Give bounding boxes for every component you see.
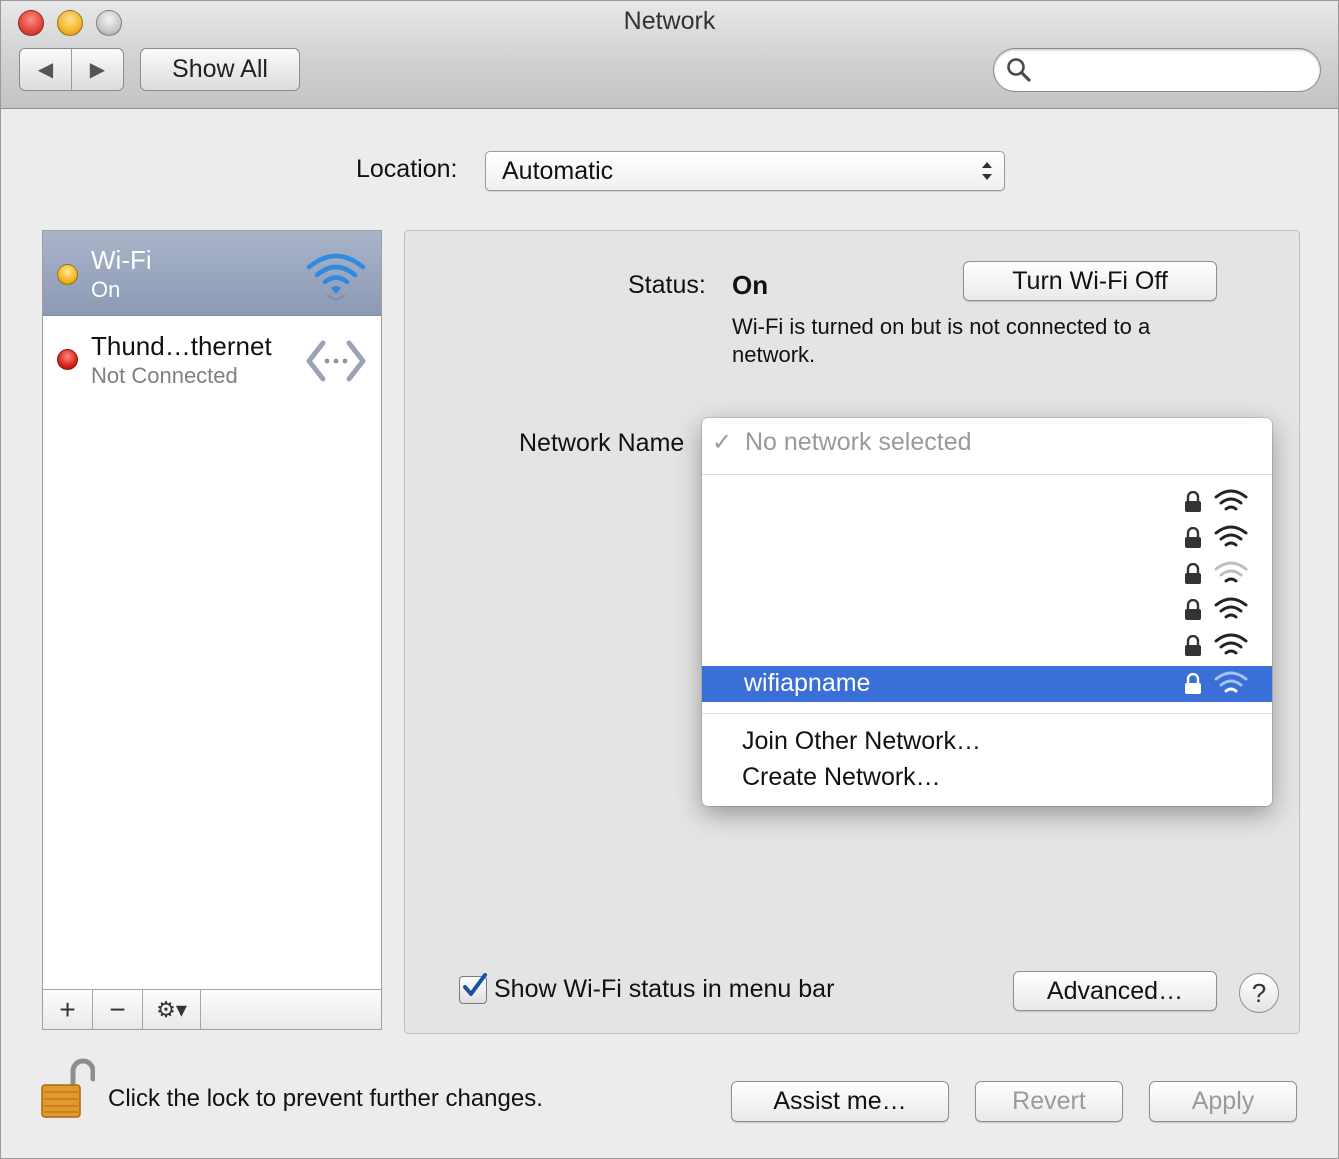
back-arrow-icon: ◀ <box>37 59 54 81</box>
window-title: Network <box>623 7 716 35</box>
network-preferences-window: Network ◀ ▶ Show All Location: Automatic… <box>0 0 1339 1159</box>
forward-arrow-icon: ▶ <box>89 59 106 81</box>
menu-item-no-network[interactable]: No network selected <box>745 428 972 457</box>
help-button[interactable]: ? <box>1239 973 1279 1013</box>
remove-service-button[interactable]: − <box>93 990 143 1029</box>
menu-separator <box>702 713 1272 714</box>
show-wifi-status-label[interactable]: Show Wi-Fi status in menu bar <box>494 975 834 1004</box>
wifi-signal-icon <box>1214 525 1248 547</box>
wifi-icon <box>306 253 366 301</box>
gear-icon: ⚙▾ <box>156 996 187 1022</box>
location-label: Location: <box>356 155 458 183</box>
lock-icon <box>1185 673 1201 694</box>
apply-button[interactable]: Apply <box>1149 1081 1297 1122</box>
network-name-menu: ✓ No network selected wifiapname Join Ot… <box>702 418 1272 806</box>
service-status: Not Connected <box>91 363 238 388</box>
menu-item-network-redacted[interactable] <box>702 520 1272 556</box>
revert-button[interactable]: Revert <box>975 1081 1123 1122</box>
lock-icon <box>1185 563 1201 584</box>
turn-wifi-off-button[interactable]: Turn Wi-Fi Off <box>963 261 1217 301</box>
advanced-button[interactable]: Advanced… <box>1013 971 1217 1011</box>
status-dot-yellow <box>57 264 78 285</box>
menu-item-network-redacted[interactable] <box>702 628 1272 664</box>
wifi-signal-icon <box>1214 489 1248 511</box>
search-input[interactable] <box>1038 55 1308 85</box>
gear-menu-button[interactable]: ⚙▾ <box>143 990 201 1029</box>
add-service-button[interactable]: + <box>43 990 93 1029</box>
checkmark-icon <box>463 973 487 996</box>
menu-separator <box>702 474 1272 475</box>
status-dot-red <box>57 349 78 370</box>
service-item-thunderbolt-ethernet[interactable]: Thund…thernet Not Connected <box>43 317 381 402</box>
service-name: Wi-Fi <box>91 245 152 275</box>
updown-arrows-icon <box>982 162 992 180</box>
menu-item-join-other-network[interactable]: Join Other Network… <box>742 727 981 756</box>
lock-icon <box>1185 635 1201 656</box>
assist-me-button[interactable]: Assist me… <box>731 1081 949 1122</box>
network-name: wifiapname <box>744 669 871 697</box>
location-value: Automatic <box>502 157 614 185</box>
status-value: On <box>732 270 769 300</box>
lock-icon <box>1185 599 1201 620</box>
forward-button[interactable]: ▶ <box>71 49 123 90</box>
ethernet-icon <box>306 340 366 382</box>
search-field[interactable] <box>993 48 1321 92</box>
menu-item-network-wifiapname[interactable]: wifiapname <box>702 666 1272 702</box>
location-select[interactable]: Automatic <box>485 151 1005 191</box>
service-name: Thund…thernet <box>91 331 272 361</box>
wifi-signal-icon <box>1214 671 1248 693</box>
service-item-wifi[interactable]: Wi-Fi On <box>43 231 381 316</box>
service-list-toolbar: + − ⚙▾ <box>43 989 381 1029</box>
back-button[interactable]: ◀ <box>20 49 71 90</box>
service-list: Wi-Fi On Thund…thernet Not Connected + −… <box>42 230 382 1030</box>
status-label: Status: <box>628 271 706 299</box>
wifi-signal-icon <box>1214 597 1248 619</box>
menu-item-create-network[interactable]: Create Network… <box>742 763 941 792</box>
lock-icon <box>1185 527 1201 548</box>
menu-item-network-redacted[interactable] <box>702 556 1272 592</box>
unlocked-padlock-icon[interactable] <box>39 1057 95 1121</box>
lock-icon <box>1185 491 1201 512</box>
toolbar: Network ◀ ▶ Show All <box>1 1 1338 109</box>
show-wifi-status-checkbox[interactable] <box>459 973 487 1004</box>
show-all-button[interactable]: Show All <box>140 48 300 91</box>
wifi-signal-icon <box>1214 633 1248 655</box>
menu-item-network-redacted[interactable] <box>702 592 1272 628</box>
status-description: Wi-Fi is turned on but is not connected … <box>732 314 1151 367</box>
checkmark-icon: ✓ <box>712 429 733 456</box>
search-icon <box>1007 58 1031 82</box>
service-status: On <box>91 277 121 302</box>
back-forward-control: ◀ ▶ <box>19 48 124 91</box>
menu-item-network-redacted[interactable] <box>702 484 1272 520</box>
wifi-signal-weak-icon <box>1214 561 1248 583</box>
lock-message: Click the lock to prevent further change… <box>108 1085 543 1112</box>
network-name-label: Network Name <box>519 429 685 457</box>
